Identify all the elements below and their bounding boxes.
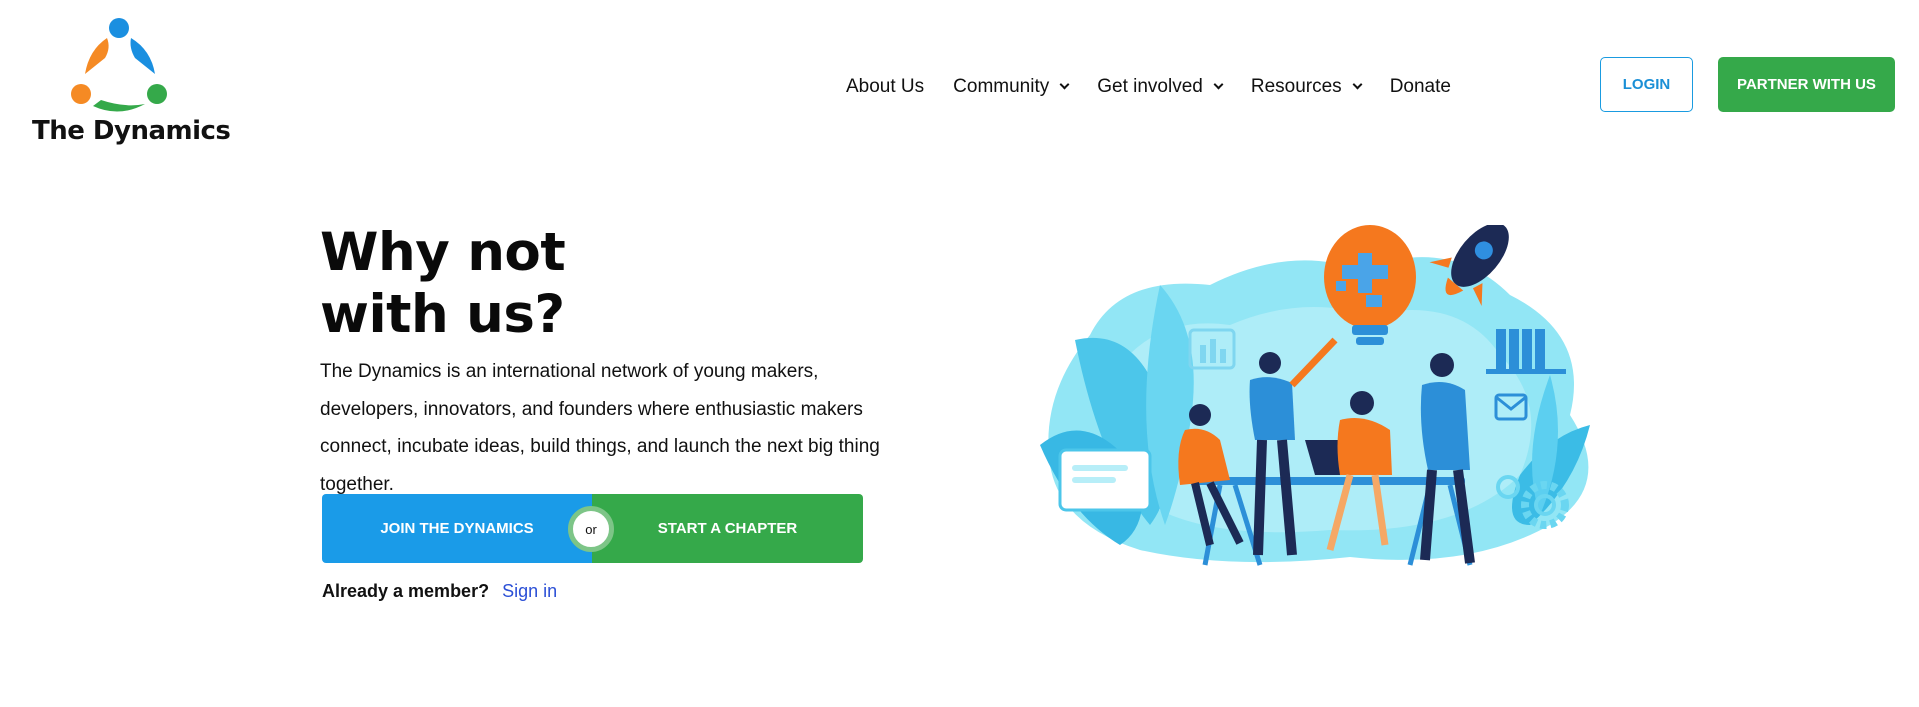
cta-group: JOIN THE DYNAMICS START A CHAPTER or	[322, 494, 863, 563]
nav-item-label: Community	[953, 76, 1050, 97]
logo-mark-icon	[71, 18, 167, 112]
nav-item-label: About Us	[846, 76, 925, 97]
start-a-chapter-button[interactable]: START A CHAPTER	[592, 494, 863, 563]
nav-item-community[interactable]: Community	[953, 76, 1070, 98]
nav-item-label: Resources	[1250, 76, 1342, 97]
chevron-down-icon	[1352, 79, 1363, 90]
member-prompt: Already a member?	[322, 581, 490, 601]
login-button[interactable]: LOGIN	[1600, 57, 1693, 112]
hero-description: The Dynamics is an international network…	[320, 361, 880, 495]
join-the-dynamics-button[interactable]: JOIN THE DYNAMICS	[322, 494, 592, 563]
or-badge: or	[568, 506, 614, 552]
nav-item-get-involved[interactable]: Get involved	[1097, 76, 1224, 98]
member-signin-row: Already a member? Sign in	[322, 581, 557, 602]
logo-wordmark: The Dynamics	[32, 116, 231, 146]
nav-item-label: Donate	[1389, 76, 1451, 97]
hero-title: Why not with us?	[320, 222, 566, 346]
hero-title-line-1: Why not	[320, 222, 566, 283]
nav-item-resources[interactable]: Resources	[1250, 76, 1363, 98]
partner-with-us-button[interactable]: PARTNER WITH US	[1718, 57, 1895, 112]
sign-in-link[interactable]: Sign in	[502, 581, 557, 601]
main-nav: About Us Community Get involved Resource…	[846, 72, 1480, 102]
chevron-down-icon	[1213, 79, 1224, 90]
nav-item-about-us[interactable]: About Us	[846, 76, 924, 98]
nav-item-label: Get involved	[1097, 76, 1203, 97]
chevron-down-icon	[1059, 79, 1070, 90]
site-logo[interactable]: The Dynamics	[30, 16, 231, 151]
team-brainstorm-illustration	[1030, 223, 1605, 570]
nav-item-donate[interactable]: Donate	[1390, 76, 1451, 98]
hero-title-line-2: with us?	[320, 284, 565, 345]
